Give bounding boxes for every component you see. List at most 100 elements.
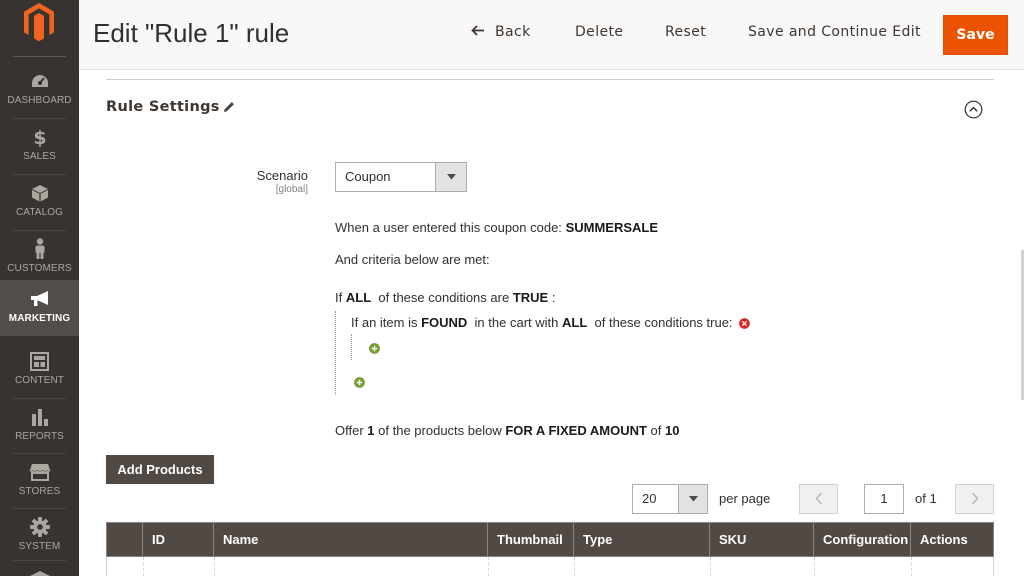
speedometer-icon — [29, 70, 51, 92]
nav-divider — [13, 560, 66, 561]
delete-button[interactable]: Delete — [575, 24, 623, 40]
grid-cell-divider — [814, 557, 815, 576]
grid-cell-divider — [574, 557, 575, 576]
sidebar-item-stores[interactable]: STORES — [0, 453, 79, 509]
layout-icon — [29, 350, 51, 372]
sidebar-item-label: CUSTOMERS — [7, 263, 72, 274]
grid-cell-divider — [143, 557, 144, 576]
scope-label: [global] — [275, 184, 308, 195]
reset-button[interactable]: Reset — [665, 24, 706, 40]
scenario-label: Scenario — [256, 168, 308, 183]
offer-qty[interactable]: 1 — [367, 423, 374, 438]
bar-chart-icon — [29, 406, 51, 428]
aggregator-select[interactable]: ALL — [346, 290, 371, 305]
grid-header: ID Name Thumbnail Type SKU Configuration… — [106, 522, 994, 557]
grid-cell-divider — [710, 557, 711, 576]
magento-logo-icon[interactable] — [22, 2, 56, 42]
pencil-icon[interactable] — [222, 100, 236, 114]
sidebar-item-customers[interactable]: CUSTOMERS — [0, 230, 79, 286]
sidebar-item-label: SALES — [23, 151, 56, 162]
add-condition-icon[interactable] — [354, 377, 365, 388]
sidebar-item-label: DASHBOARD — [7, 95, 72, 106]
condition-mid-text: of these conditions are — [378, 290, 510, 305]
offer-type[interactable]: FOR A FIXED AMOUNT — [505, 423, 647, 438]
per-page-select[interactable]: 20 — [632, 484, 708, 514]
grid-column-sku[interactable]: SKU — [710, 523, 814, 556]
grid-column-id[interactable]: ID — [143, 523, 214, 556]
grid-column-select[interactable] — [107, 523, 143, 556]
chevron-right-icon — [971, 490, 979, 509]
sidebar-item-marketing[interactable]: MARKETING — [0, 280, 79, 336]
sidebar-item-sales[interactable]: $ SALES — [0, 118, 79, 174]
nested-mid: in the cart with — [474, 315, 559, 330]
admin-sidebar: DASHBOARD $ SALES CATALOG CUSTOMERS MARK… — [0, 0, 79, 576]
offer-amount[interactable]: 10 — [665, 423, 679, 438]
grid-cell-divider — [488, 557, 489, 576]
sidebar-item-reports[interactable]: REPORTS — [0, 398, 79, 454]
add-nested-condition-icon[interactable] — [369, 343, 380, 354]
page-number-input[interactable]: 1 — [864, 484, 904, 514]
arrow-left-icon — [471, 24, 485, 40]
back-button[interactable]: Back — [471, 24, 531, 40]
nested-aggregator-select[interactable]: ALL — [562, 315, 587, 330]
chevron-down-icon — [435, 163, 466, 191]
grid-column-actions[interactable]: Actions — [911, 523, 993, 556]
nested-suffix: of these conditions true: — [594, 315, 733, 330]
grid-column-thumbnail[interactable]: Thumbnail — [488, 523, 574, 556]
page-header: Edit "Rule 1" rule Back Delete Reset Sav… — [79, 0, 1024, 70]
nested-condition: If an item is FOUND in the cart with ALL… — [351, 315, 733, 330]
grid-cell-divider — [214, 557, 215, 576]
section-title[interactable]: Rule Settings — [106, 99, 220, 115]
offer-text: Offer 1 of the products below FOR A FIXE… — [335, 423, 679, 438]
grid-column-configuration[interactable]: Configuration — [814, 523, 911, 556]
criteria-text: And criteria below are met: — [335, 252, 490, 267]
next-page-button[interactable] — [955, 484, 994, 514]
svg-text:$: $ — [33, 127, 46, 147]
offer-prefix: Offer — [335, 423, 364, 438]
per-page-label: per page — [719, 491, 771, 506]
coupon-prefix: When a user entered this coupon code: — [335, 220, 562, 235]
nested-prefix: If an item is — [351, 315, 418, 330]
found-select[interactable]: FOUND — [421, 315, 467, 330]
chevron-left-icon — [814, 490, 823, 509]
coupon-code-value[interactable]: SUMMERSALE — [566, 220, 658, 235]
sidebar-item-content[interactable]: CONTENT — [0, 342, 79, 398]
save-button[interactable]: Save — [943, 15, 1008, 55]
chevron-down-icon — [678, 485, 707, 513]
condition-tree-line — [335, 311, 336, 395]
sidebar-item-system[interactable]: SYSTEM — [0, 508, 79, 564]
section-divider — [106, 79, 994, 80]
condition-colon: : — [551, 290, 556, 305]
table-row — [106, 557, 994, 576]
sidebar-item-label: REPORTS — [15, 431, 64, 442]
grid-column-type[interactable]: Type — [574, 523, 710, 556]
logo-divider — [13, 56, 66, 57]
partial-nav-icon — [30, 566, 50, 576]
add-products-button[interactable]: Add Products — [106, 455, 214, 484]
store-icon — [28, 461, 51, 483]
scenario-select-value: Coupon — [345, 169, 391, 184]
grid-column-name[interactable]: Name — [214, 523, 488, 556]
remove-condition-icon[interactable] — [739, 318, 750, 329]
products-grid: ID Name Thumbnail Type SKU Configuration… — [106, 522, 994, 576]
scenario-select[interactable]: Coupon — [335, 162, 467, 192]
sidebar-item-label: CONTENT — [14, 375, 65, 386]
collapse-icon[interactable] — [964, 100, 983, 119]
offer-mid: of the products below — [378, 423, 502, 438]
if-text: If — [335, 290, 343, 305]
total-pages-text: of 1 — [915, 491, 937, 506]
back-button-label: Back — [495, 24, 531, 40]
condition-value-select[interactable]: TRUE — [513, 290, 548, 305]
megaphone-icon — [29, 288, 51, 310]
sidebar-item-label: MARKETING — [8, 313, 71, 324]
sidebar-item-label: CATALOG — [15, 207, 63, 218]
dollar-icon: $ — [29, 126, 51, 148]
sidebar-item-label: SYSTEM — [18, 541, 61, 552]
per-page-value: 20 — [642, 491, 657, 506]
previous-page-button[interactable] — [799, 484, 838, 514]
person-icon — [29, 238, 51, 260]
sidebar-item-catalog[interactable]: CATALOG — [0, 174, 79, 230]
gear-icon — [29, 516, 51, 538]
save-and-continue-button[interactable]: Save and Continue Edit — [748, 24, 921, 40]
sidebar-item-dashboard[interactable]: DASHBOARD — [0, 62, 79, 118]
